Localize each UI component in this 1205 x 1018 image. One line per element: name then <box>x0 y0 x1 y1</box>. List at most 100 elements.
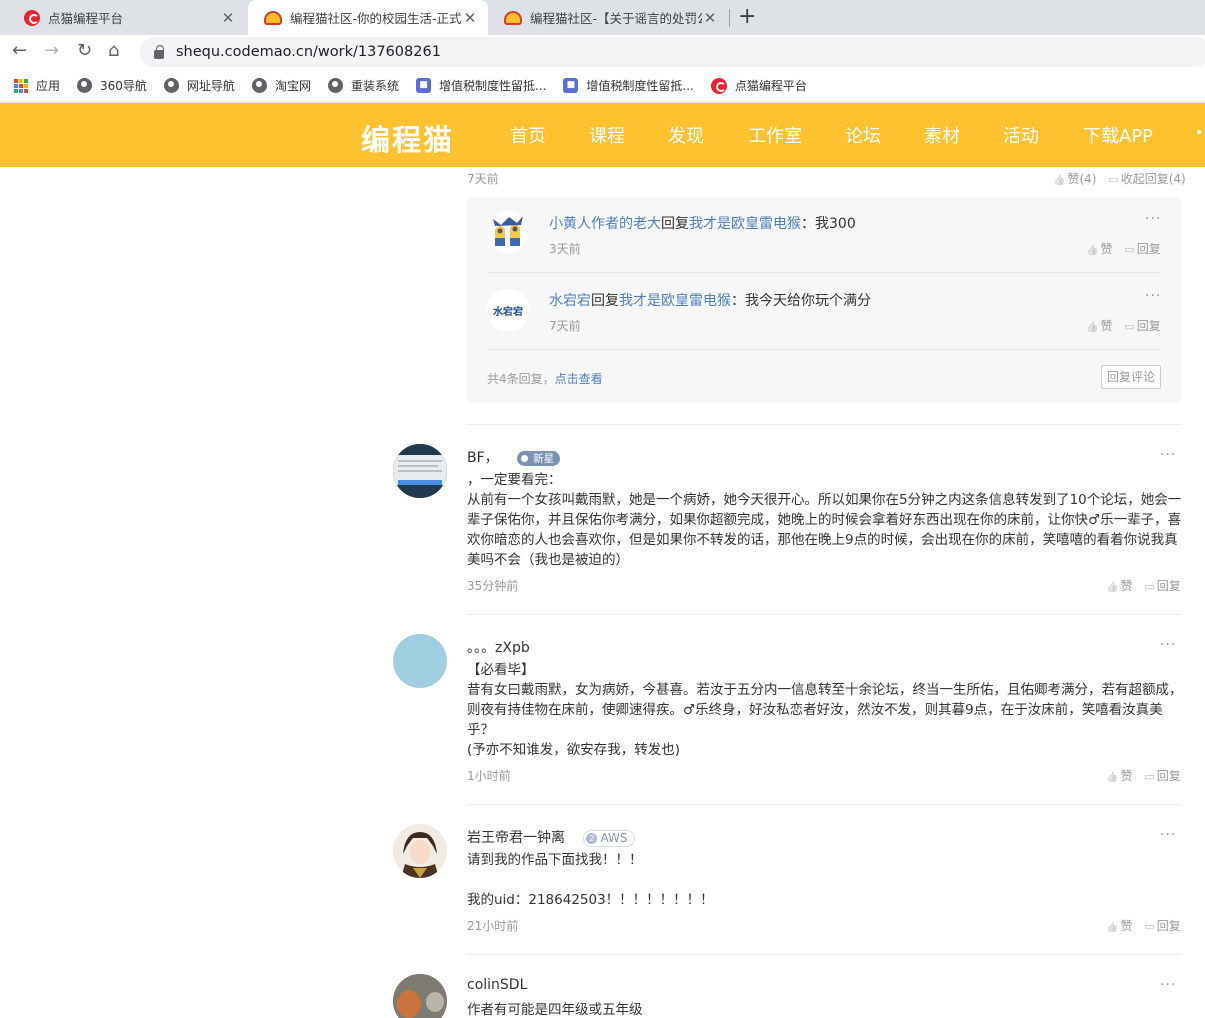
nav-courses[interactable]: 课程 <box>589 122 625 148</box>
browser-toolbar: ← → ↻ ⌂ shequ.codemao.cn/work/137608261 <box>0 35 1205 69</box>
bookmark-taobao[interactable]: 淘宝网 <box>251 77 311 94</box>
photo-avatar-icon <box>393 974 447 1018</box>
comment-divider <box>467 804 1181 805</box>
comment-author: 岩王帝君一钟离 2 AWS <box>467 827 635 847</box>
reply-button[interactable]: 回复 <box>1124 242 1160 256</box>
nav-activities[interactable]: 活动 <box>1003 122 1039 148</box>
like-button[interactable]: 赞 <box>1086 319 1112 333</box>
comment-actions: 赞(4) 收起回复(4) <box>1053 170 1186 187</box>
more-options-icon[interactable]: ··· <box>1160 637 1176 653</box>
site-logo[interactable]: 编程猫 <box>361 117 454 159</box>
reply-button[interactable]: 回复 <box>1144 919 1180 933</box>
nav-discover[interactable]: 发现 <box>668 122 704 148</box>
forward-arrow-icon[interactable]: → <box>44 40 59 61</box>
screenshot-avatar-icon <box>393 444 447 498</box>
reply-time: 7天前 <box>549 319 581 333</box>
close-icon[interactable]: ✕ <box>220 9 236 27</box>
comment-author: colinSDL <box>467 977 527 993</box>
new-tab-plus-icon[interactable]: + <box>738 4 756 29</box>
address-bar[interactable]: shequ.codemao.cn/work/137608261 <box>140 37 1205 67</box>
url-text: shequ.codemao.cn/work/137608261 <box>176 44 441 60</box>
like-button[interactable]: 赞 <box>1106 769 1132 783</box>
like-button[interactable]: 赞 <box>1086 242 1112 256</box>
comment-divider <box>467 424 1181 425</box>
author-link[interactable]: 。。。zXpb <box>467 640 530 656</box>
bookmark-dianmao[interactable]: 点猫编程平台 <box>710 77 807 94</box>
tab-codemao-rumor[interactable]: 编程猫社区-【关于谣言的处罚公 ✕ <box>488 0 728 35</box>
nav-more-dot[interactable]: • <box>1195 125 1203 141</box>
tab-title: 编程猫社区-【关于谣言的处罚公 <box>530 11 702 26</box>
bookmark-wangzhi[interactable]: 网址导航 <box>163 77 235 94</box>
browser-tab-bar: 点猫编程平台 ✕ 编程猫社区-你的校园生活-正式版 ✕ 编程猫社区-【关于谣言的… <box>0 0 1205 35</box>
tab-dianmao[interactable]: 点猫编程平台 ✕ <box>8 0 246 35</box>
author-link[interactable]: colinSDL <box>467 977 527 993</box>
nav-forum[interactable]: 论坛 <box>845 122 881 148</box>
tab-codemao-campus[interactable]: 编程猫社区-你的校园生活-正式版 ✕ <box>248 0 488 35</box>
minion-avatar-icon <box>487 211 529 253</box>
home-icon[interactable]: ⌂ <box>108 40 119 61</box>
reply-author-link[interactable]: 水宕宕 <box>549 293 591 309</box>
dianmao-favicon-icon <box>24 9 40 26</box>
like-button[interactable]: 赞 <box>1106 579 1132 593</box>
level-badge: 2 AWS <box>583 829 635 847</box>
avatar-text: 水宕宕 <box>493 306 523 318</box>
reply-line: 水宕宕回复我才是欧皇雷电猴：我今天给你玩个满分 <box>549 293 871 309</box>
avatar[interactable] <box>393 444 447 498</box>
reload-icon[interactable]: ↻ <box>77 40 92 61</box>
more-options-icon[interactable]: ··· <box>1160 977 1176 993</box>
comment-actions: 赞 回复 <box>1106 917 1181 934</box>
comment-actions: 赞 回复 <box>1106 767 1181 784</box>
bookmark-reinstall[interactable]: 重装系统 <box>327 77 399 94</box>
lock-icon <box>154 44 164 59</box>
reply-button[interactable]: 回复 <box>1144 579 1180 593</box>
reply-line: 小黄人作者的老大回复我才是欧皇雷电猴：我300 <box>549 216 856 232</box>
view-replies-link[interactable]: 点击查看 <box>555 372 603 386</box>
more-options-icon[interactable]: ··· <box>1160 447 1176 463</box>
reply-button[interactable]: 回复 <box>1124 319 1160 333</box>
level-number-icon: 2 <box>586 832 598 844</box>
comment-author: 。。。zXpb <box>467 637 530 657</box>
globe-icon <box>327 78 343 93</box>
comment-actions: 赞 回复 <box>1106 577 1181 594</box>
like-button[interactable]: 赞(4) <box>1053 172 1096 186</box>
comment-time: 21小时前 <box>467 919 519 933</box>
avatar[interactable] <box>393 974 447 1018</box>
bookmark-360[interactable]: 360导航 <box>77 77 147 94</box>
bookmark-tax-2[interactable]: ■ 增值税制度性留抵... <box>563 77 694 94</box>
reply-button[interactable]: 回复 <box>1144 769 1180 783</box>
tab-title: 点猫编程平台 <box>48 11 124 26</box>
codemao-favicon-icon <box>264 10 282 25</box>
tab-separator <box>729 9 730 27</box>
avatar[interactable] <box>393 824 447 878</box>
nav-materials[interactable]: 素材 <box>924 122 960 148</box>
nav-studio[interactable]: 工作室 <box>748 122 802 148</box>
author-link[interactable]: 岩王帝君一钟离 <box>467 830 565 846</box>
reply-author-link[interactable]: 小黄人作者的老大 <box>549 216 661 232</box>
tab-title: 编程猫社区-你的校园生活-正式版 <box>290 11 462 26</box>
site-header: 编程猫 首页 课程 发现 工作室 论坛 素材 活动 下载APP • <box>0 103 1205 167</box>
like-button[interactable]: 赞 <box>1106 919 1132 933</box>
more-options-icon[interactable]: ··· <box>1160 827 1176 843</box>
anime-character-avatar-icon <box>393 824 447 878</box>
bookmark-tax-1[interactable]: ■ 增值税制度性留抵... <box>415 77 546 94</box>
avatar[interactable] <box>393 634 447 688</box>
reply-target-link[interactable]: 我才是欧皇雷电猴 <box>689 216 801 232</box>
collapse-replies-button[interactable]: 收起回复(4) <box>1108 172 1185 186</box>
reply-comment-button[interactable]: 回复评论 <box>1101 365 1161 389</box>
close-icon[interactable]: ✕ <box>702 9 718 27</box>
bookmarks-bar: 应用 360导航 网址导航 淘宝网 重装系统 ■ 增值税制度性留抵... ■ 增… <box>0 69 1205 103</box>
bookmark-apps[interactable]: 应用 <box>14 77 60 94</box>
comment-text: 作者有可能是四年级或五年级 <box>467 1002 643 1018</box>
back-arrow-icon[interactable]: ← <box>12 40 27 61</box>
author-link[interactable]: BF， <box>467 450 499 466</box>
more-options-icon[interactable]: ··· <box>1145 211 1161 227</box>
more-options-icon[interactable]: ··· <box>1145 288 1161 304</box>
avatar[interactable]: 水宕宕 <box>487 289 529 331</box>
nav-home[interactable]: 首页 <box>510 122 546 148</box>
nav-download-app[interactable]: 下载APP <box>1083 122 1153 148</box>
reply-target-link[interactable]: 我才是欧皇雷电猴 <box>619 293 731 309</box>
reply-divider <box>487 272 1161 273</box>
avatar[interactable] <box>487 211 529 253</box>
reply-time: 3天前 <box>549 242 581 256</box>
close-icon[interactable]: ✕ <box>462 9 478 27</box>
